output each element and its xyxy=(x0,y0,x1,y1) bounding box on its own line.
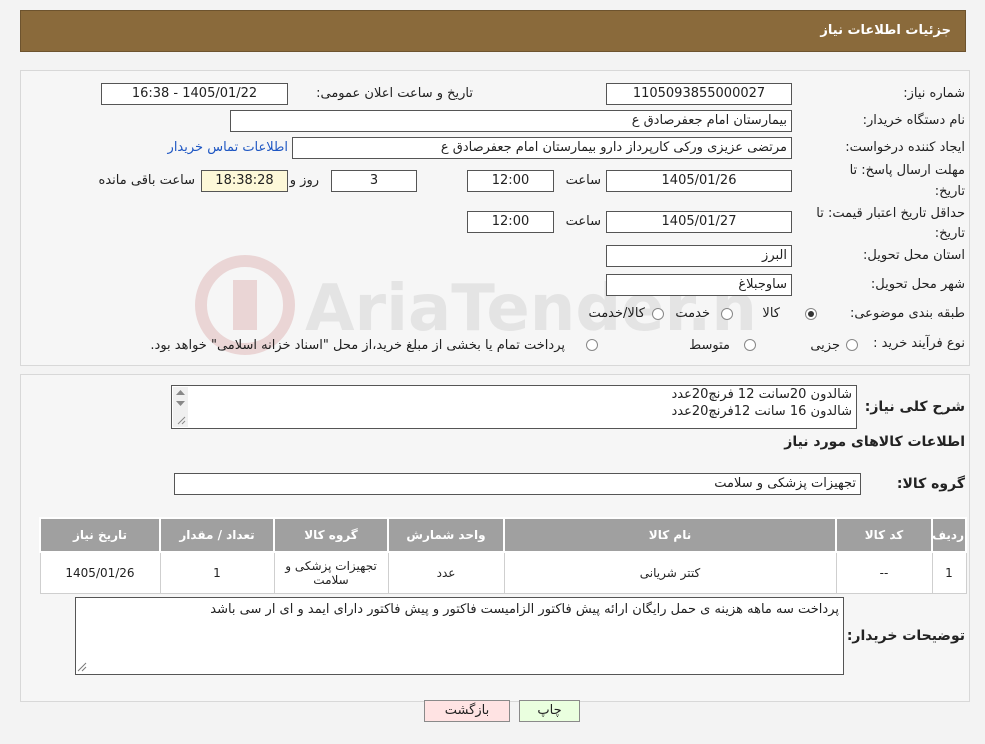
category-label: طبقه بندی موضوعی: xyxy=(849,306,965,321)
table-row: 1 -- کتتر شریانی عدد تجهیزات پزشکی و سلا… xyxy=(39,551,967,594)
buyer-notes-textarea[interactable]: پرداخت سه ماهه هزینه ی حمل رایگان ارائه … xyxy=(75,597,844,675)
need-number-field: 1105093855000027 xyxy=(606,83,792,105)
deadline-label: مهلت ارسال پاسخ: تا xyxy=(849,163,965,178)
deadline-time-label: ساعت xyxy=(565,173,601,188)
buyer-contact-link[interactable]: اطلاعات تماس خریدار xyxy=(168,140,288,155)
column-header: تعداد / مقدار xyxy=(159,517,275,553)
table-cell: 1 xyxy=(931,551,967,594)
announce-field: 1405/01/22 - 16:38 xyxy=(101,83,288,105)
print-button[interactable]: چاپ xyxy=(519,700,580,722)
page-title: جزئیات اطلاعات نیاز xyxy=(820,23,951,38)
page-header: جزئیات اطلاعات نیاز xyxy=(20,10,966,52)
description-label: شرح کلی نیاز: xyxy=(864,399,965,415)
deadline-date-field: 1405/01/26 xyxy=(606,170,792,192)
validity-label: حداقل تاریخ اعتبار قیمت: تا xyxy=(816,206,965,221)
remaining-label: ساعت باقی مانده xyxy=(98,173,195,188)
table-cell: کتتر شریانی xyxy=(503,551,837,594)
table-cell: عدد xyxy=(387,551,505,594)
process-radio-minor[interactable] xyxy=(846,339,858,351)
remaining-time-field: 18:38:28 xyxy=(201,170,288,192)
process-label: نوع فرآیند خرید : xyxy=(873,336,965,351)
province-field: البرز xyxy=(606,245,792,267)
column-header: ردیف xyxy=(931,517,967,553)
process-radio-medium[interactable] xyxy=(744,339,756,351)
announce-label: تاریخ و ساعت اعلان عمومی: xyxy=(316,86,473,101)
days-label: روز و xyxy=(289,173,319,188)
category-option-service: خدمت xyxy=(675,306,710,321)
category-option-goods-service: کالا/خدمت xyxy=(588,306,645,321)
scroll-arrows-icon xyxy=(176,390,186,425)
validity-label-2: تاریخ: xyxy=(934,226,965,241)
table-header-row: ردیف کد کالا نام کالا واحد شمارش گروه کا… xyxy=(39,517,967,553)
deadline-time-field: 12:00 xyxy=(467,170,554,192)
creator-field: مرتضی عزیزی ورکی کارپرداز دارو بیمارستان… xyxy=(292,137,792,159)
need-number-label: شماره نیاز: xyxy=(903,86,965,101)
city-label: شهر محل تحویل: xyxy=(870,277,965,292)
buyer-org-field: بیمارستان امام جعفرصادق ع xyxy=(230,110,792,132)
goods-section-title: اطلاعات کالاهای مورد نیاز xyxy=(784,434,965,450)
process-option-minor: جزیی xyxy=(810,338,840,353)
back-button[interactable]: بازگشت xyxy=(424,700,510,722)
column-header: تاریخ نیاز xyxy=(39,517,161,553)
category-radio-service[interactable] xyxy=(721,308,733,320)
category-radio-goods[interactable] xyxy=(805,308,817,320)
resize-grip-icon xyxy=(77,662,87,672)
description-line: شالدون 16 سانت 12فرنچ20عدد xyxy=(671,404,852,419)
table-cell: -- xyxy=(835,551,933,594)
category-option-goods: کالا xyxy=(762,306,780,321)
description-scrollbar[interactable] xyxy=(173,387,188,427)
deadline-label-2: تاریخ: xyxy=(934,184,965,199)
items-table: ردیف کد کالا نام کالا واحد شمارش گروه کا… xyxy=(39,517,967,594)
goods-group-label: گروه کالا: xyxy=(896,476,965,492)
column-header: گروه کالا xyxy=(273,517,389,553)
province-label: استان محل تحویل: xyxy=(863,248,965,263)
table-cell: 1405/01/26 xyxy=(39,551,161,594)
city-field: ساوجبلاغ xyxy=(606,274,792,296)
column-header: نام کالا xyxy=(503,517,837,553)
process-option-medium: متوسط xyxy=(689,338,730,353)
buyer-org-label: نام دستگاه خریدار: xyxy=(862,113,965,128)
table-cell: تجهیزات پزشکی و سلامت xyxy=(273,551,389,594)
category-radio-goods-service[interactable] xyxy=(652,308,664,320)
process-checkbox-treasury[interactable] xyxy=(586,339,598,351)
days-field: 3 xyxy=(331,170,417,192)
description-textarea[interactable]: شالدون 20سانت 12 فرنچ20عدد شالدون 16 سان… xyxy=(171,385,857,429)
goods-group-field: تجهیزات پزشکی و سلامت xyxy=(174,473,861,495)
description-line: شالدون 20سانت 12 فرنچ20عدد xyxy=(671,387,852,402)
column-header: کد کالا xyxy=(835,517,933,553)
buyer-notes-label: توضیحات خریدار: xyxy=(846,628,965,644)
table-cell: 1 xyxy=(159,551,275,594)
creator-label: ایجاد کننده درخواست: xyxy=(845,140,965,155)
validity-time-field: 12:00 xyxy=(467,211,554,233)
process-note: پرداخت تمام یا بخشی از مبلغ خرید،از محل … xyxy=(150,338,565,353)
column-header: واحد شمارش xyxy=(387,517,505,553)
validity-time-label: ساعت xyxy=(565,214,601,229)
validity-date-field: 1405/01/27 xyxy=(606,211,792,233)
